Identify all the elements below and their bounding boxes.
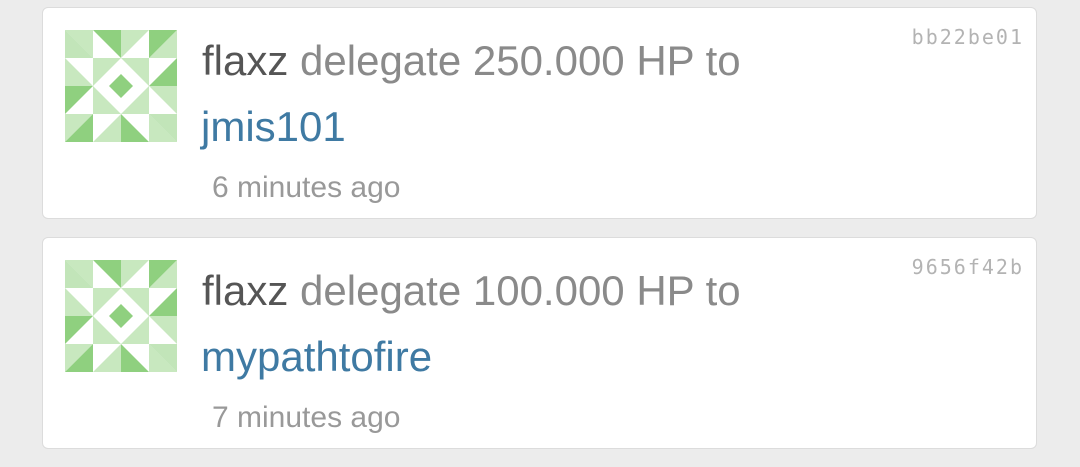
username-link[interactable]: flaxz	[202, 37, 288, 84]
timestamp: 6 minutes ago	[212, 171, 401, 204]
timestamp: 7 minutes ago	[212, 401, 401, 434]
recipient-link[interactable]: mypathtofire	[201, 332, 432, 382]
transaction-hash: 9656f42b	[911, 255, 1024, 279]
operation-action-text: delegate 250.000 HP to	[300, 37, 741, 84]
operation-card: 9656f42b flaxz delegate 100.000 HP to my…	[42, 237, 1037, 449]
transaction-hash: bb22be01	[911, 25, 1024, 49]
identicon-avatar-icon[interactable]	[65, 30, 177, 142]
operation-card: bb22be01 flaxz delegate 250.000 HP to jm…	[42, 7, 1037, 219]
operation-description: flaxz delegate 100.000 HP to	[202, 266, 741, 316]
recipient-link[interactable]: jmis101	[201, 102, 346, 152]
identicon-avatar-icon[interactable]	[65, 260, 177, 372]
username-link[interactable]: flaxz	[202, 267, 288, 314]
operation-description: flaxz delegate 250.000 HP to	[202, 36, 741, 86]
operation-action-text: delegate 100.000 HP to	[300, 267, 741, 314]
